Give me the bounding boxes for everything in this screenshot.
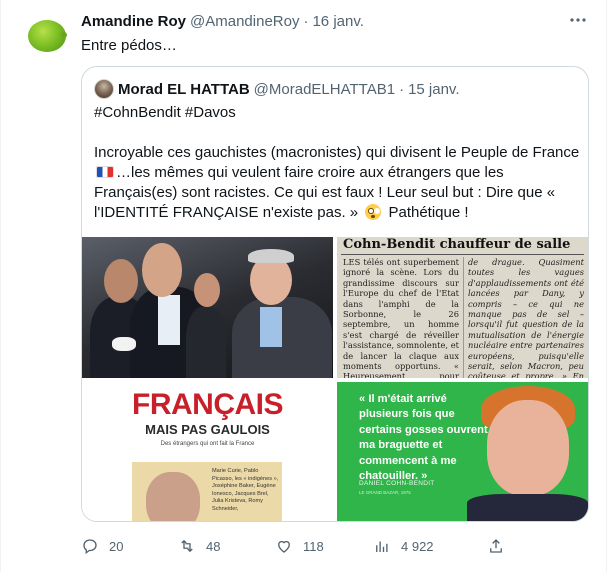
share-button[interactable]	[487, 536, 515, 556]
tweet-header: Amandine Roy @AmandineRoy · 16 janv.	[81, 11, 364, 31]
newspaper-headline: Cohn-Bendit chauffeur de salle	[343, 237, 571, 252]
separator-dot: ·	[303, 12, 309, 30]
quoted-tweet[interactable]: Morad EL HATTAB @MoradELHATTAB1 · 15 jan…	[81, 66, 589, 522]
views-icon	[376, 541, 388, 552]
like-count: 118	[303, 538, 324, 554]
hashtags[interactable]: #CohnBendit #Davos	[94, 103, 580, 123]
book-subtitle: MAIS PAS GAULOIS	[145, 422, 270, 437]
media-quote-card[interactable]: « Il m'était arrivé plusieurs fois que c…	[337, 382, 588, 521]
quote-card-author: DANIEL COHN-BENDIT	[359, 480, 435, 487]
quoted-text-part2: …les mêmes qui veulent faire croire aux …	[94, 164, 556, 221]
quoted-tweet-header: Morad EL HATTAB @MoradELHATTAB1 · 15 jan…	[94, 79, 460, 99]
media-grid: Cohn-Bendit chauffeur de salle LES télés…	[82, 237, 588, 521]
tweet-container[interactable]: Amandine Roy @AmandineRoy · 16 janv. Ent…	[0, 0, 607, 572]
book-title: FRANÇAIS	[132, 388, 284, 421]
book-photo: Marie Curie, Pablo Picasso, les « indigè…	[132, 462, 282, 521]
quoted-author-name[interactable]: Morad EL HATTAB	[118, 81, 250, 98]
media-photo-crowd[interactable]	[82, 237, 333, 378]
france-flag-icon	[96, 166, 114, 178]
book-author-face	[146, 472, 200, 521]
reply-icon	[83, 539, 97, 555]
quoted-author-avatar[interactable]	[94, 79, 114, 99]
heart-icon	[278, 540, 290, 553]
newspaper-column-1: LES télés ont superbement ignoré la scèn…	[343, 257, 459, 378]
quote-card-text: « Il m'était arrivé plusieurs fois que c…	[359, 393, 488, 483]
views-count: 4 922	[401, 538, 434, 554]
quoted-author-handle[interactable]: @MoradELHATTAB1	[254, 81, 395, 98]
author-handle[interactable]: @AmandineRoy	[190, 13, 299, 30]
views-button[interactable]: 4 922	[373, 536, 434, 556]
media-newspaper-clipping[interactable]: Cohn-Bendit chauffeur de salle LES télés…	[337, 237, 588, 378]
quote-card-face	[487, 400, 569, 496]
quoted-tweet-date[interactable]: 15 janv.	[408, 81, 459, 98]
share-icon	[490, 539, 502, 553]
author-avatar[interactable]	[25, 14, 69, 58]
separator-dot: ·	[399, 80, 405, 98]
flushed-face-icon	[365, 204, 382, 220]
retweet-button[interactable]: 48	[178, 536, 220, 556]
media-book-cover[interactable]: FRANÇAIS MAIS PAS GAULOIS Des étrangers …	[82, 382, 333, 521]
author-name[interactable]: Amandine Roy	[81, 13, 186, 30]
book-names-list: Marie Curie, Pablo Picasso, les « indigè…	[212, 468, 279, 512]
retweet-count: 48	[206, 538, 221, 554]
reply-count: 20	[109, 538, 124, 554]
like-button[interactable]: 118	[275, 536, 324, 556]
tweet-date[interactable]: 16 janv.	[312, 13, 363, 30]
retweet-icon	[181, 540, 193, 552]
quoted-tweet-text: #CohnBendit #Davos Incroyable ces gauchi…	[94, 103, 580, 223]
quote-card-source: LE GRAND BAZAR, 1975	[359, 490, 411, 495]
newspaper-column-2: de drague. Quasiment toutes les vagues d…	[468, 257, 584, 378]
quote-card-shirt	[467, 494, 588, 521]
reply-button[interactable]: 20	[81, 536, 123, 556]
book-tagline: Des étrangers qui ont fait la France	[160, 441, 255, 447]
more-options-icon[interactable]	[567, 10, 589, 32]
quoted-text-part1: Incroyable ces gauchistes (macronistes) …	[94, 144, 580, 161]
tweet-text: Entre pédos…	[81, 37, 177, 54]
action-bar: 20 48 118 4 922	[81, 536, 502, 556]
quoted-text-part3: Pathétique !	[388, 204, 469, 221]
